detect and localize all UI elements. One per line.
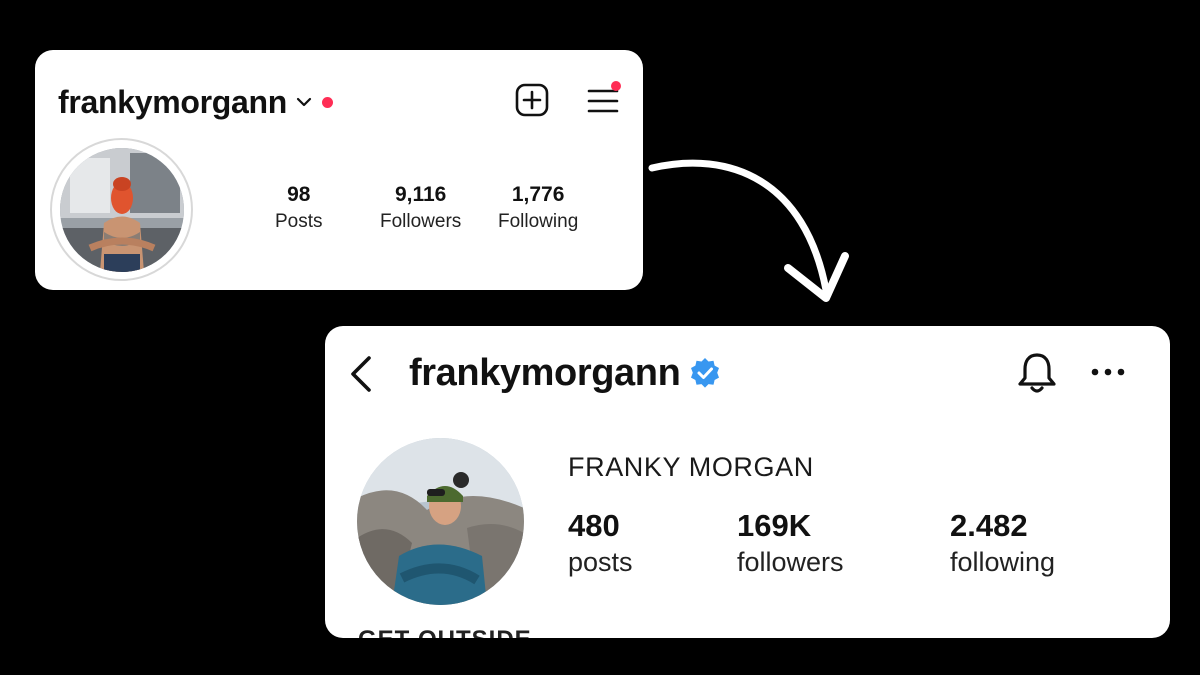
stat-following[interactable]: 1,776 Following: [498, 182, 578, 236]
bio-text: GET OUTSIDE: [358, 626, 532, 638]
stat-posts[interactable]: 98 Posts: [275, 182, 323, 236]
stat-value: 169K: [737, 508, 812, 543]
profile-header: frankymorgann: [58, 80, 334, 124]
stat-label: following: [950, 547, 1056, 577]
stat-label: Followers: [380, 211, 462, 232]
transition-arrow-icon: [640, 150, 870, 320]
bell-icon[interactable]: [1015, 350, 1059, 396]
stat-followers[interactable]: 169K followers: [737, 508, 844, 580]
stat-followers[interactable]: 9,116 Followers: [380, 182, 461, 236]
stat-value: 480: [568, 508, 620, 543]
avatar-ring[interactable]: [50, 138, 193, 281]
notification-dot: [322, 96, 334, 108]
add-post-icon[interactable]: [515, 83, 549, 117]
username[interactable]: frankymorgann: [58, 84, 287, 121]
stat-posts[interactable]: 480 posts: [568, 508, 633, 580]
full-name: FRANKY MORGAN: [568, 452, 814, 482]
avatar[interactable]: [357, 438, 524, 605]
stat-label: followers: [737, 547, 844, 577]
avatar[interactable]: [59, 147, 184, 272]
stat-label: Posts: [275, 211, 323, 232]
stat-label: posts: [568, 547, 633, 577]
profile-card-before: frankymorgann 98 Posts 9,116 Followers 1…: [35, 50, 643, 290]
stat-value: 1,776: [511, 183, 565, 206]
back-arrow-icon[interactable]: [347, 354, 377, 394]
stat-value: 2.482: [950, 508, 1028, 543]
profile-header: frankymorgann: [409, 348, 721, 398]
stat-label: Following: [498, 211, 579, 232]
stat-value: 9,116: [394, 183, 447, 206]
username: frankymorgann: [409, 351, 681, 394]
menu-notification-dot: [611, 81, 621, 91]
more-icon[interactable]: [1090, 362, 1126, 382]
chevron-down-icon[interactable]: [296, 95, 312, 113]
stat-value: 98: [287, 183, 311, 206]
profile-card-after: frankymorgann FRANKY MORGAN 480 posts 16…: [325, 326, 1170, 638]
verified-badge-icon: [689, 357, 721, 389]
stat-following[interactable]: 2.482 following: [950, 508, 1055, 580]
